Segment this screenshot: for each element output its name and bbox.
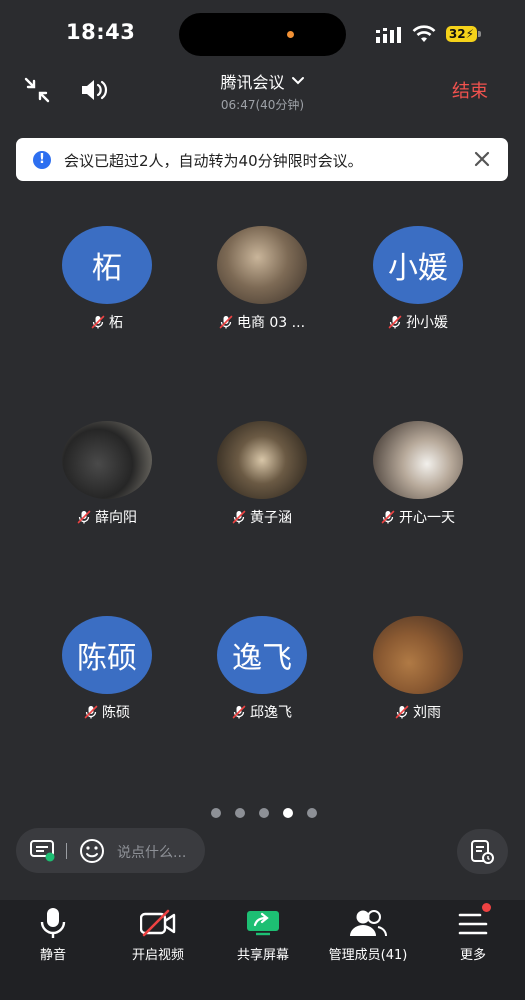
end-meeting-button[interactable]: 结束 xyxy=(452,77,488,103)
info-icon: ! xyxy=(33,151,51,169)
status-time: 18:43 xyxy=(66,20,136,44)
participant-name-row: 邱逸飞 xyxy=(202,702,322,722)
participant-name-row: 电商 03 ... xyxy=(202,312,322,332)
mic-off-icon xyxy=(388,315,402,329)
avatar-initials: 小媛 xyxy=(388,251,448,286)
mic-off-icon xyxy=(219,315,233,329)
participant-name: 刘雨 xyxy=(413,705,441,721)
participant-avatar[interactable]: 逸飞 xyxy=(217,616,307,694)
participant-avatar[interactable] xyxy=(373,616,463,694)
chat-placeholder[interactable]: 说点什么... xyxy=(117,842,186,862)
divider xyxy=(66,843,67,859)
participant-name: 电商 03 ... xyxy=(236,315,306,331)
participant-avatar[interactable]: 柘 xyxy=(62,226,152,304)
participant-name-row: 柘 xyxy=(47,312,167,332)
close-icon[interactable] xyxy=(472,149,492,169)
chevron-down-icon xyxy=(291,77,304,85)
video-off-icon[interactable] xyxy=(140,909,176,937)
mic-off-icon xyxy=(395,705,409,719)
avatar-initials: 陈硕 xyxy=(77,641,137,676)
participant-name-row: 陈硕 xyxy=(47,702,167,722)
participant-avatar[interactable] xyxy=(62,421,152,499)
page-dot[interactable] xyxy=(259,808,269,818)
mic-off-icon xyxy=(77,510,91,524)
avatar-initials: 柘 xyxy=(92,251,122,286)
page-dot[interactable] xyxy=(283,808,293,818)
wifi-icon xyxy=(412,25,436,42)
manage-members-button[interactable]: 管理成员(41) xyxy=(318,944,418,963)
share-screen-icon[interactable] xyxy=(246,910,280,936)
battery-level: 32 xyxy=(448,27,466,41)
page-dot[interactable] xyxy=(307,808,317,818)
start-video-button[interactable]: 开启视频 xyxy=(108,944,208,963)
meeting-title: 腾讯会议 xyxy=(220,73,285,92)
participant-name-row: 黄子涵 xyxy=(202,507,322,527)
mic-off-icon xyxy=(381,510,395,524)
avatar-initials: 逸飞 xyxy=(232,641,292,676)
mic-off-icon xyxy=(91,315,105,329)
participant-name: 陈硕 xyxy=(102,705,130,721)
mute-button[interactable]: 静音 xyxy=(3,944,103,963)
page-dot[interactable] xyxy=(211,808,221,818)
meeting-duration: 06:47(40分钟) xyxy=(220,98,305,112)
participant-name-row: 薛向阳 xyxy=(47,507,167,527)
share-screen-button[interactable]: 共享屏幕 xyxy=(213,944,313,963)
participant-avatar[interactable] xyxy=(217,226,307,304)
members-icon[interactable] xyxy=(349,909,387,937)
participant-name-row: 孙小媛 xyxy=(358,312,478,332)
participant-name: 邱逸飞 xyxy=(250,705,292,721)
participant-name-row: 开心一天 xyxy=(358,507,478,527)
battery-indicator: 32⚡ xyxy=(446,26,477,42)
notice-text: 会议已超过2人，自动转为40分钟限时会议。 xyxy=(64,152,363,170)
participant-avatar[interactable] xyxy=(217,421,307,499)
participant-name: 柘 xyxy=(109,315,123,331)
camera-indicator xyxy=(287,31,294,38)
mic-off-icon xyxy=(232,510,246,524)
participant-name: 黄子涵 xyxy=(250,510,292,526)
notification-badge xyxy=(482,903,491,912)
participant-name: 开心一天 xyxy=(399,510,455,526)
cellular-signal-icon xyxy=(376,27,401,43)
caption-icon[interactable] xyxy=(30,840,56,862)
emoji-icon[interactable] xyxy=(79,838,105,864)
dynamic-island xyxy=(179,13,346,56)
mic-icon[interactable] xyxy=(40,907,66,939)
participant-name: 薛向阳 xyxy=(95,510,137,526)
participant-avatar[interactable]: 小媛 xyxy=(373,226,463,304)
participant-name-row: 刘雨 xyxy=(358,702,478,722)
notes-icon xyxy=(471,840,494,864)
mic-off-icon xyxy=(84,705,98,719)
more-button[interactable]: 更多 xyxy=(423,944,523,963)
participant-name: 孙小媛 xyxy=(406,315,448,331)
more-icon[interactable] xyxy=(458,912,488,936)
page-dot[interactable] xyxy=(235,808,245,818)
participant-avatar[interactable]: 陈硕 xyxy=(62,616,152,694)
battery-tip xyxy=(478,31,481,37)
participant-avatar[interactable] xyxy=(373,421,463,499)
mic-off-icon xyxy=(232,705,246,719)
meeting-title-dropdown[interactable]: 腾讯会议 xyxy=(0,69,525,93)
